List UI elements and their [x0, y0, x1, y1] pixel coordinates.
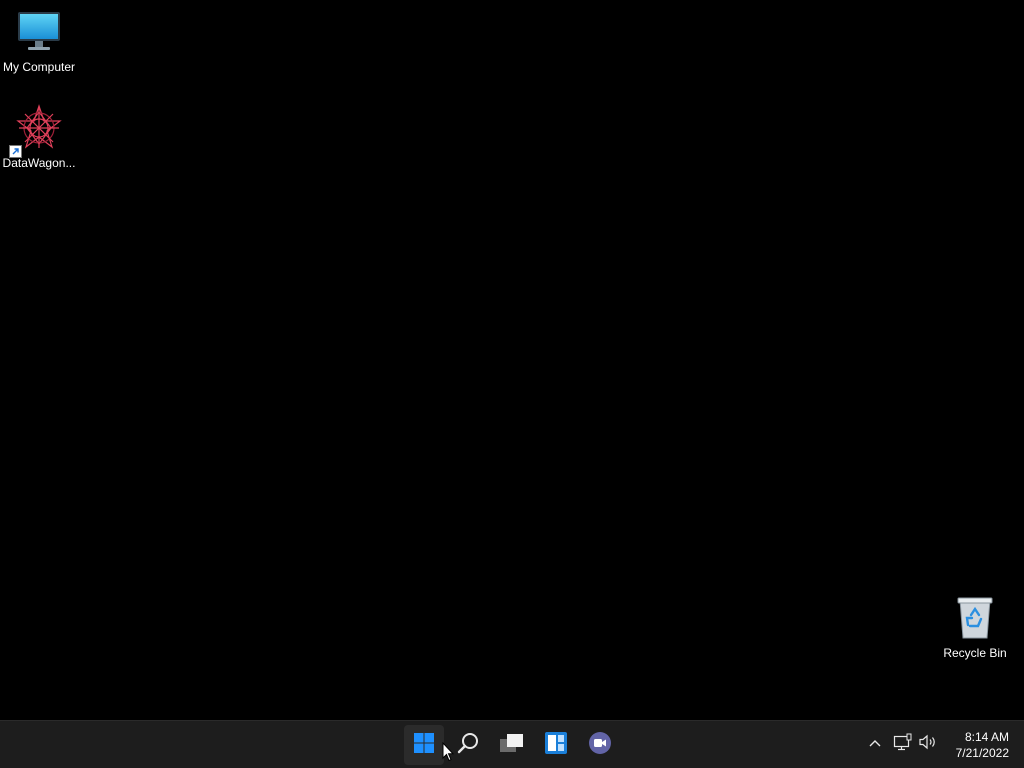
task-view-button[interactable] [492, 725, 532, 765]
widgets-icon [544, 731, 568, 760]
start-button[interactable] [404, 725, 444, 765]
show-hidden-icons-button[interactable] [864, 733, 886, 755]
windows-logo-icon [413, 732, 435, 759]
taskbar: 8:14 AM 7/21/2022 [0, 720, 1024, 768]
search-button[interactable] [448, 725, 488, 765]
desktop[interactable]: My Computer DataWagon... Recycle Bin [0, 0, 1024, 720]
desktop-icon-my-computer[interactable]: My Computer [0, 8, 78, 74]
desktop-icon-label: Recycle Bin [943, 646, 1007, 660]
search-icon [456, 731, 480, 760]
clock[interactable]: 8:14 AM 7/21/2022 [945, 729, 1009, 761]
desktop-icon-datawagon[interactable]: DataWagon... [0, 104, 78, 170]
datawagon-app-icon [9, 104, 63, 158]
desktop-icon-recycle-bin[interactable]: Recycle Bin [936, 594, 1014, 660]
monitor-icon [15, 8, 63, 56]
widgets-button[interactable] [536, 725, 576, 765]
shortcut-arrow-icon [9, 145, 22, 158]
clock-date: 7/21/2022 [955, 746, 1009, 760]
clock-time: 8:14 AM [964, 730, 1009, 744]
mouse-pointer-icon [442, 741, 455, 767]
volume-button[interactable] [917, 733, 939, 755]
chat-button[interactable] [580, 725, 620, 765]
network-button[interactable] [892, 733, 914, 755]
chevron-up-icon [868, 735, 882, 753]
desktop-icon-label: My Computer [2, 60, 76, 74]
network-icon [893, 733, 913, 756]
volume-icon [918, 733, 938, 756]
task-view-icon [499, 732, 525, 759]
recycle-bin-icon [951, 594, 999, 642]
teams-chat-icon [588, 731, 612, 760]
